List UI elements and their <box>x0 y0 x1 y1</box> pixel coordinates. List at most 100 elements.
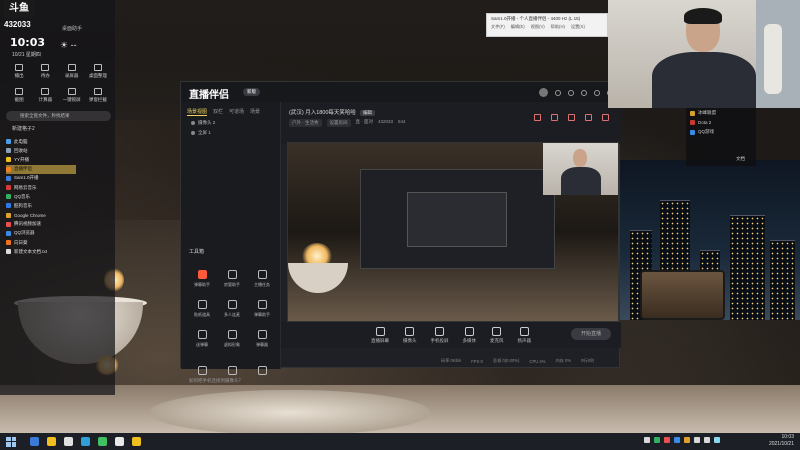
taskbar-app-icon[interactable] <box>98 437 107 446</box>
toolbox-item[interactable]: 多人连麦 <box>217 292 247 318</box>
minimize-icon[interactable] <box>581 89 587 96</box>
room-settings[interactable]: 设置房间 <box>326 119 351 127</box>
tray-icon[interactable] <box>664 437 670 443</box>
tab-stage[interactable]: 可道场 <box>229 108 244 116</box>
menu-item[interactable]: 设置(S) <box>571 24 585 30</box>
toolbox-item[interactable]: 弹幕助手 <box>247 292 277 318</box>
toolbox-item[interactable]: 贴纸道具 <box>187 292 217 318</box>
windows-start-icon[interactable] <box>6 436 16 447</box>
camera-hint-link[interactable]: 如何把手机连接到摄像头？ <box>189 378 243 384</box>
tray-icon[interactable] <box>674 437 680 443</box>
menu-item[interactable]: 文件(F) <box>491 24 505 30</box>
app-label: YY开播 <box>14 156 30 162</box>
taskbar-app-icon[interactable] <box>64 437 73 446</box>
file-search-input[interactable]: 搜索全盘文件，秒找结果 <box>6 111 111 121</box>
menu-item[interactable]: 视图(V) <box>531 24 545 30</box>
maximize-icon[interactable] <box>594 89 600 96</box>
desktop-app-shortcut[interactable]: 回收站 <box>6 146 76 155</box>
edit-room-button[interactable]: 编辑 <box>359 110 375 116</box>
menu-item[interactable]: 帮助(H) <box>551 24 565 30</box>
desktop-app-shortcut[interactable]: 此电脑 <box>6 137 76 146</box>
desktop-app-list: 此电脑 回收站 YY开播直播伴侣 Sam1.0开播 网易云音乐 QQ音乐 酷狗音乐 Googl… <box>6 137 76 256</box>
toolbox-item[interactable]: 弹幕器 <box>247 322 277 348</box>
screen-icon[interactable] <box>585 114 592 121</box>
taskbar-app-icon[interactable] <box>47 437 56 446</box>
widget-tool[interactable]: 播出 <box>6 60 32 82</box>
toolbox-item[interactable]: 主播任务 <box>247 262 277 288</box>
eye-icon[interactable] <box>191 121 195 125</box>
source-control-button[interactable]: 扬声器 <box>518 326 531 344</box>
source-control-button[interactable]: 多媒体 <box>463 326 476 344</box>
taskbar-app-icon[interactable] <box>132 437 141 446</box>
shortcut-item[interactable]: 冰峰联盟 <box>686 108 756 118</box>
widget-tool[interactable]: 计算器 <box>32 84 58 106</box>
desktop-app-shortcut[interactable]: QQ浏览器 <box>6 229 76 238</box>
toolbox-item[interactable] <box>187 352 217 378</box>
desktop-app-shortcut[interactable]: 向日葵 <box>6 238 76 247</box>
toolbox-item[interactable]: 送弹幕 <box>187 322 217 348</box>
tray-icon[interactable] <box>684 437 690 443</box>
tab-scene[interactable]: 场景 <box>250 108 260 116</box>
desktop-app-shortcut[interactable]: Sam1.0开播 <box>6 174 76 183</box>
webcam-feed <box>608 0 800 108</box>
shortcut-item[interactable]: QQ游戏 <box>686 127 756 137</box>
widget-tool[interactable]: 弹窗拦截 <box>85 84 111 106</box>
menu-item[interactable]: 编辑(E) <box>511 24 525 30</box>
gift-icon[interactable] <box>534 114 541 121</box>
taskbar-app-icon[interactable] <box>30 437 39 446</box>
desktop-app-shortcut[interactable]: 新建文本文档.txt <box>6 247 76 256</box>
toolbox-icon <box>197 330 207 339</box>
source-control-button[interactable]: 手机投屏 <box>431 326 449 344</box>
toolbox-item[interactable] <box>217 352 247 378</box>
source-control-button[interactable]: 摄像头 <box>403 326 417 344</box>
widget-tool[interactable]: 待办 <box>32 60 58 82</box>
tray-icon[interactable] <box>704 437 710 443</box>
tray-icon[interactable] <box>694 437 700 443</box>
toolbox-item[interactable] <box>247 352 277 378</box>
room-meta: 户外 · 生活秀 设置房间 直 · 面对 432033 544 <box>289 119 406 127</box>
toolbox-item[interactable]: 弹幕助手 <box>187 262 217 288</box>
room-info-bar: (武汉) 月入1800每天笑哈哈 编辑 户外 · 生活秀 设置房间 直 · 面对 … <box>281 102 621 144</box>
widget-tool[interactable]: 截图 <box>6 84 32 106</box>
scene-item[interactable]: 全屏 1 <box>181 126 280 136</box>
tray-icon[interactable] <box>644 437 650 443</box>
widget-tool[interactable]: 一键锁屏 <box>59 84 85 106</box>
app-icon <box>6 139 11 145</box>
shop-icon[interactable] <box>551 114 558 121</box>
desktop-app-shortcut[interactable]: QQ音乐 <box>6 192 76 201</box>
version-tag[interactable]: 新版 <box>243 88 260 96</box>
desktop-app-shortcut[interactable]: 酷狗音乐 <box>6 201 76 210</box>
source-control-button[interactable]: 直播屏幕 <box>371 326 389 344</box>
stream-preview[interactable] <box>287 142 619 322</box>
desktop-app-shortcut[interactable]: 网易云音乐 <box>6 183 76 192</box>
taskbar-app-icon[interactable] <box>115 437 124 446</box>
message-icon[interactable] <box>555 89 561 96</box>
toolbox-item[interactable]: 房管助手 <box>217 262 247 288</box>
settings-icon[interactable] <box>568 89 574 96</box>
mail-icon[interactable] <box>568 114 575 121</box>
widget-tool[interactable]: 录屏器 <box>59 60 85 82</box>
widget-tool[interactable]: 桌面整理 <box>85 60 111 82</box>
user-avatar[interactable] <box>539 88 548 97</box>
desktop-app-shortcut[interactable]: 腾讯视频加速 <box>6 220 76 229</box>
room-category[interactable]: 户外 · 生活秀 <box>289 119 322 127</box>
tab-dual[interactable]: 双栏 <box>213 108 223 116</box>
source-control-button[interactable]: 麦克风 <box>490 326 504 344</box>
tray-icon[interactable] <box>654 437 660 443</box>
source-icon <box>519 326 529 336</box>
weather-indicator: ☀ -- <box>60 40 77 50</box>
eye-icon[interactable] <box>191 131 195 135</box>
desktop-app-shortcut[interactable]: 直播伴侣 <box>6 164 76 174</box>
taskbar-clock[interactable]: 10:03 2021/10/21 <box>769 434 794 448</box>
taskbar-app-icon[interactable] <box>81 437 90 446</box>
desktop-app-shortcut[interactable]: YY开播 <box>6 155 76 164</box>
toolbox-item[interactable]: 虚拟形象 <box>217 322 247 348</box>
scene-item[interactable]: 摄像头 2 <box>181 116 280 126</box>
source-icon <box>375 326 385 336</box>
share-icon[interactable] <box>602 114 609 121</box>
desktop-app-shortcut[interactable]: Google Chrome <box>6 211 76 220</box>
shortcut-item[interactable]: Dota 2 <box>686 118 756 127</box>
tray-icon[interactable] <box>714 437 720 443</box>
tab-scene-view[interactable]: 场景视图 <box>187 108 208 116</box>
start-live-button[interactable]: 开始直播 <box>571 328 611 340</box>
